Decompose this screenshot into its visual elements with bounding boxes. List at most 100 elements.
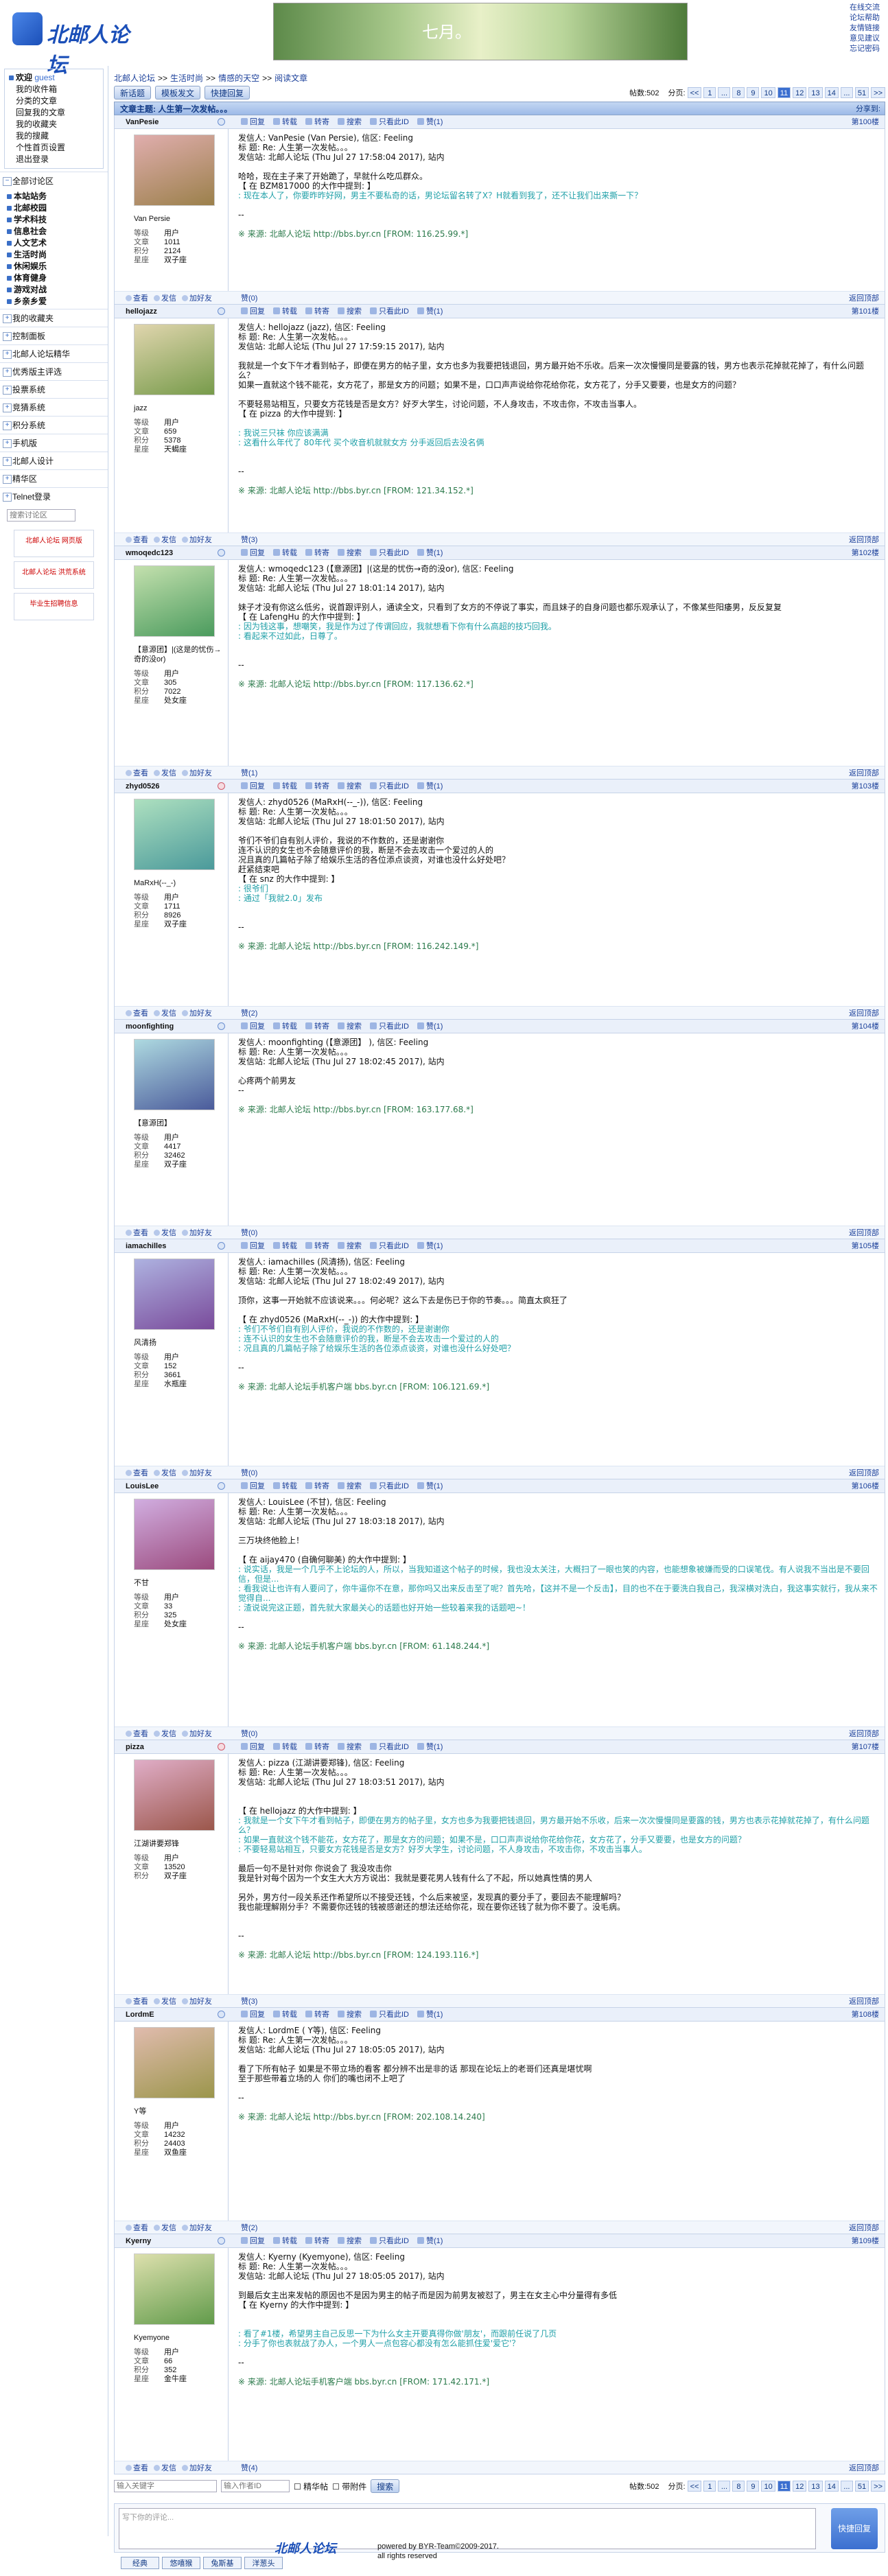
avatar[interactable]	[134, 134, 215, 206]
avatar[interactable]	[134, 1499, 215, 1570]
sidebar-menu-item[interactable]: 精华区	[0, 469, 108, 487]
action-label[interactable]: 回复	[250, 118, 265, 126]
page-link[interactable]: ...	[840, 2481, 853, 2492]
post-action-1[interactable]: 转载	[273, 115, 297, 129]
user-action-label[interactable]: 发信	[161, 1229, 176, 1237]
action-label[interactable]: 转寄	[314, 1743, 329, 1751]
user-action-label[interactable]: 加好友	[189, 769, 212, 777]
post-action-3[interactable]: 搜索	[338, 1479, 362, 1493]
user-action-label[interactable]: 查看	[133, 1998, 148, 2006]
action-label[interactable]: 赞(1)	[426, 782, 443, 791]
user-action-label[interactable]: 查看	[133, 769, 148, 777]
action-label[interactable]: 转载	[282, 1743, 297, 1751]
top-link[interactable]: 友情链接	[850, 23, 887, 34]
post-action-4[interactable]: 只看此ID	[370, 115, 409, 129]
user-action-label[interactable]: 发信	[161, 2224, 176, 2232]
post-action-3[interactable]: 搜索	[338, 305, 362, 318]
avatar[interactable]	[134, 1258, 215, 1330]
top-link[interactable]: 在线交流	[850, 3, 887, 13]
fav-count[interactable]: 赞(0)	[241, 1727, 257, 1741]
action-label[interactable]: 只看此ID	[379, 307, 409, 316]
back-to-top[interactable]: 返回顶部	[849, 533, 879, 547]
user-action-label[interactable]: 查看	[133, 1009, 148, 1018]
top-link[interactable]: 论坛帮助	[850, 13, 887, 23]
action-label[interactable]: 搜索	[347, 1022, 362, 1031]
page-link[interactable]: 12	[793, 2481, 807, 2492]
sidebar-menu-item[interactable]: Telnet登录	[0, 487, 108, 505]
page-link[interactable]: 11	[777, 2481, 791, 2492]
post-author-id[interactable]: VanPesie	[126, 115, 159, 129]
sidebar-menu-item[interactable]: 优秀版主评选	[0, 362, 108, 380]
post-action-3[interactable]: 搜索	[338, 1239, 362, 1253]
action-label[interactable]: 回复	[250, 307, 265, 316]
sidebar-menu-item[interactable]: 我的收藏夹	[0, 309, 108, 327]
post-action-5[interactable]: 赞(1)	[417, 305, 443, 318]
post-action-5[interactable]: 赞(1)	[417, 2008, 443, 2022]
action-label[interactable]: 回复	[250, 1022, 265, 1031]
action-label[interactable]: 回复	[250, 1482, 265, 1490]
post-action-0[interactable]: 回复	[241, 115, 265, 129]
page-link[interactable]: 1	[703, 2481, 716, 2492]
post-action-4[interactable]: 只看此ID	[370, 780, 409, 793]
post-author-id[interactable]: LordmE	[126, 2008, 154, 2022]
sidebar-user-link[interactable]: 我的搜藏	[8, 130, 100, 142]
avatar[interactable]	[134, 2027, 215, 2098]
avatar[interactable]	[134, 2253, 215, 2325]
sidebar-section-item[interactable]: 游戏对战	[5, 284, 102, 296]
fav-count[interactable]: 赞(3)	[241, 533, 257, 547]
post-action-2[interactable]: 转寄	[305, 780, 329, 793]
action-label[interactable]: 只看此ID	[379, 2237, 409, 2245]
post-author-id[interactable]: iamachilles	[126, 1239, 166, 1253]
post-action-2[interactable]: 转寄	[305, 1239, 329, 1253]
user-action[interactable]: 查看	[126, 1727, 148, 1741]
user-action-label[interactable]: 发信	[161, 294, 176, 303]
post-action-0[interactable]: 回复	[241, 1239, 265, 1253]
page-link[interactable]: 9	[747, 87, 760, 98]
back-to-top[interactable]: 返回顶部	[849, 1226, 879, 1240]
breadcrumb-item[interactable]: 情感的天空	[218, 73, 259, 83]
action-label[interactable]: 转寄	[314, 2011, 329, 2019]
post-action-0[interactable]: 回复	[241, 1020, 265, 1033]
user-action[interactable]: 加好友	[182, 1466, 212, 1480]
sidebar-menu-item[interactable]: 控制面板	[0, 327, 108, 344]
action-label[interactable]: 只看此ID	[379, 782, 409, 791]
post-action-4[interactable]: 只看此ID	[370, 1479, 409, 1493]
page-link[interactable]: 8	[732, 87, 745, 98]
sidebar-menu-item[interactable]: 手机版	[0, 434, 108, 452]
user-action-label[interactable]: 发信	[161, 1730, 176, 1738]
floor-number[interactable]: 第109楼	[852, 2234, 879, 2248]
post-author-id[interactable]: LouisLee	[126, 1479, 159, 1493]
floor-number[interactable]: 第100楼	[852, 115, 879, 129]
user-action[interactable]: 发信	[154, 2461, 176, 2475]
action-label[interactable]: 赞(1)	[426, 549, 443, 557]
post-action-4[interactable]: 只看此ID	[370, 1239, 409, 1253]
fav-count[interactable]: 赞(2)	[241, 1007, 257, 1020]
post-action-4[interactable]: 只看此ID	[370, 2234, 409, 2248]
user-action[interactable]: 查看	[126, 2461, 148, 2475]
user-action-label[interactable]: 加好友	[189, 2464, 212, 2472]
page-link[interactable]: 11	[777, 87, 791, 98]
user-action-label[interactable]: 发信	[161, 1998, 176, 2006]
user-action[interactable]: 发信	[154, 1466, 176, 1480]
breadcrumb-item[interactable]: 阅读文章	[274, 73, 307, 83]
post-action-1[interactable]: 转载	[273, 2008, 297, 2022]
user-action-label[interactable]: 加好友	[189, 1009, 212, 1018]
post-author-id[interactable]: hellojazz	[126, 305, 157, 318]
action-label[interactable]: 赞(1)	[426, 1482, 443, 1490]
action-label[interactable]: 转载	[282, 1022, 297, 1031]
floor-number[interactable]: 第103楼	[852, 780, 879, 793]
back-to-top[interactable]: 返回顶部	[849, 292, 879, 305]
action-label[interactable]: 转寄	[314, 1022, 329, 1031]
page-link[interactable]: 1	[703, 87, 716, 98]
back-to-top[interactable]: 返回顶部	[849, 1007, 879, 1020]
action-label[interactable]: 回复	[250, 782, 265, 791]
quick-reply-button[interactable]: 快捷回复	[205, 86, 250, 99]
sidebar-section-item[interactable]: 学术科技	[5, 214, 102, 226]
floor-number[interactable]: 第104楼	[852, 1020, 879, 1033]
page-link[interactable]: 14	[824, 87, 839, 98]
action-label[interactable]: 回复	[250, 549, 265, 557]
post-action-3[interactable]: 搜索	[338, 115, 362, 129]
action-label[interactable]: 搜索	[347, 782, 362, 791]
action-label[interactable]: 搜索	[347, 118, 362, 126]
avatar[interactable]	[134, 799, 215, 870]
